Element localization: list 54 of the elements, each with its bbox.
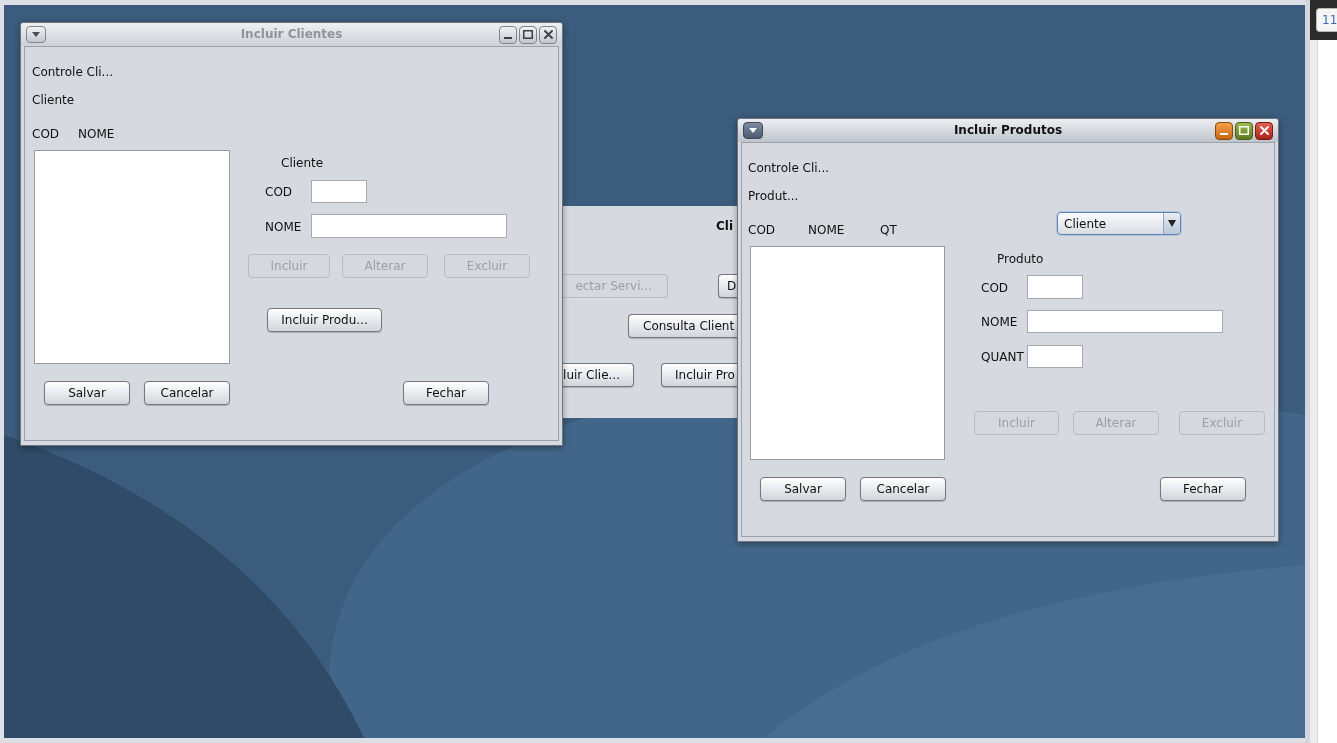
close-icon xyxy=(543,30,553,39)
caret-down-icon xyxy=(749,128,757,133)
header-label: Controle Cli... xyxy=(32,65,114,80)
column-header: NOME xyxy=(78,127,115,141)
text-field[interactable] xyxy=(311,214,507,238)
field-label: COD xyxy=(981,281,1009,295)
column-header: COD xyxy=(32,127,60,141)
cancel-button[interactable]: Cancelar xyxy=(144,381,230,405)
push-button[interactable]: D xyxy=(718,274,737,298)
header-label: Cliente xyxy=(32,93,75,108)
consult-clients-button[interactable]: Consulta Client xyxy=(628,314,737,338)
save-button[interactable]: Salvar xyxy=(44,381,130,405)
window-title: Incluir Produtos xyxy=(953,123,1063,138)
section-label: Cliente xyxy=(281,156,324,171)
add-product-button[interactable]: Incluir Produ... xyxy=(267,308,382,332)
field-label: COD xyxy=(265,185,293,199)
caret-down-icon xyxy=(32,32,40,37)
add-client-button[interactable]: luir Clie... xyxy=(563,363,634,387)
column-header: COD xyxy=(748,223,776,237)
column-header: NOME xyxy=(808,223,845,237)
close-dialog-button[interactable]: Fechar xyxy=(1160,477,1246,501)
close-icon xyxy=(1259,126,1269,135)
field-label: NOME xyxy=(981,315,1018,329)
text-field[interactable] xyxy=(1027,275,1083,299)
section-label: Produto xyxy=(997,252,1044,267)
minimize-button[interactable] xyxy=(499,25,517,44)
column-header: QT xyxy=(880,223,897,237)
window-menu-button[interactable] xyxy=(743,122,763,139)
field-label: QUANT xyxy=(981,350,1024,364)
close-button[interactable] xyxy=(539,25,557,44)
text-field[interactable] xyxy=(1027,309,1223,333)
maximize-button[interactable] xyxy=(1235,121,1253,140)
window-title: Cli xyxy=(716,219,734,234)
close-dialog-button[interactable]: Fechar xyxy=(403,381,489,405)
add-product-button[interactable]: Incluir Pro xyxy=(661,363,737,387)
window-menu-button[interactable] xyxy=(26,26,46,43)
maximize-icon xyxy=(1239,126,1249,135)
minimize-icon xyxy=(504,36,512,39)
header-label: Produt... xyxy=(748,189,799,204)
text-field[interactable] xyxy=(311,179,367,203)
save-button[interactable]: Salvar xyxy=(760,477,846,501)
caret-down-icon xyxy=(1168,220,1176,227)
text-field[interactable] xyxy=(1027,344,1083,368)
close-button[interactable] xyxy=(1255,121,1273,140)
window-title: Incluir Clientes xyxy=(240,27,343,42)
field-label: NOME xyxy=(265,220,302,234)
minimize-icon xyxy=(1220,132,1228,135)
combo-box[interactable]: Cliente xyxy=(1057,212,1181,235)
maximize-icon xyxy=(523,30,533,39)
number-badge: 11 xyxy=(1316,8,1337,32)
header-label: Controle Cli... xyxy=(748,161,830,176)
minimize-button[interactable] xyxy=(1215,121,1233,140)
cancel-button[interactable]: Cancelar xyxy=(860,477,946,501)
maximize-button[interactable] xyxy=(519,25,537,44)
